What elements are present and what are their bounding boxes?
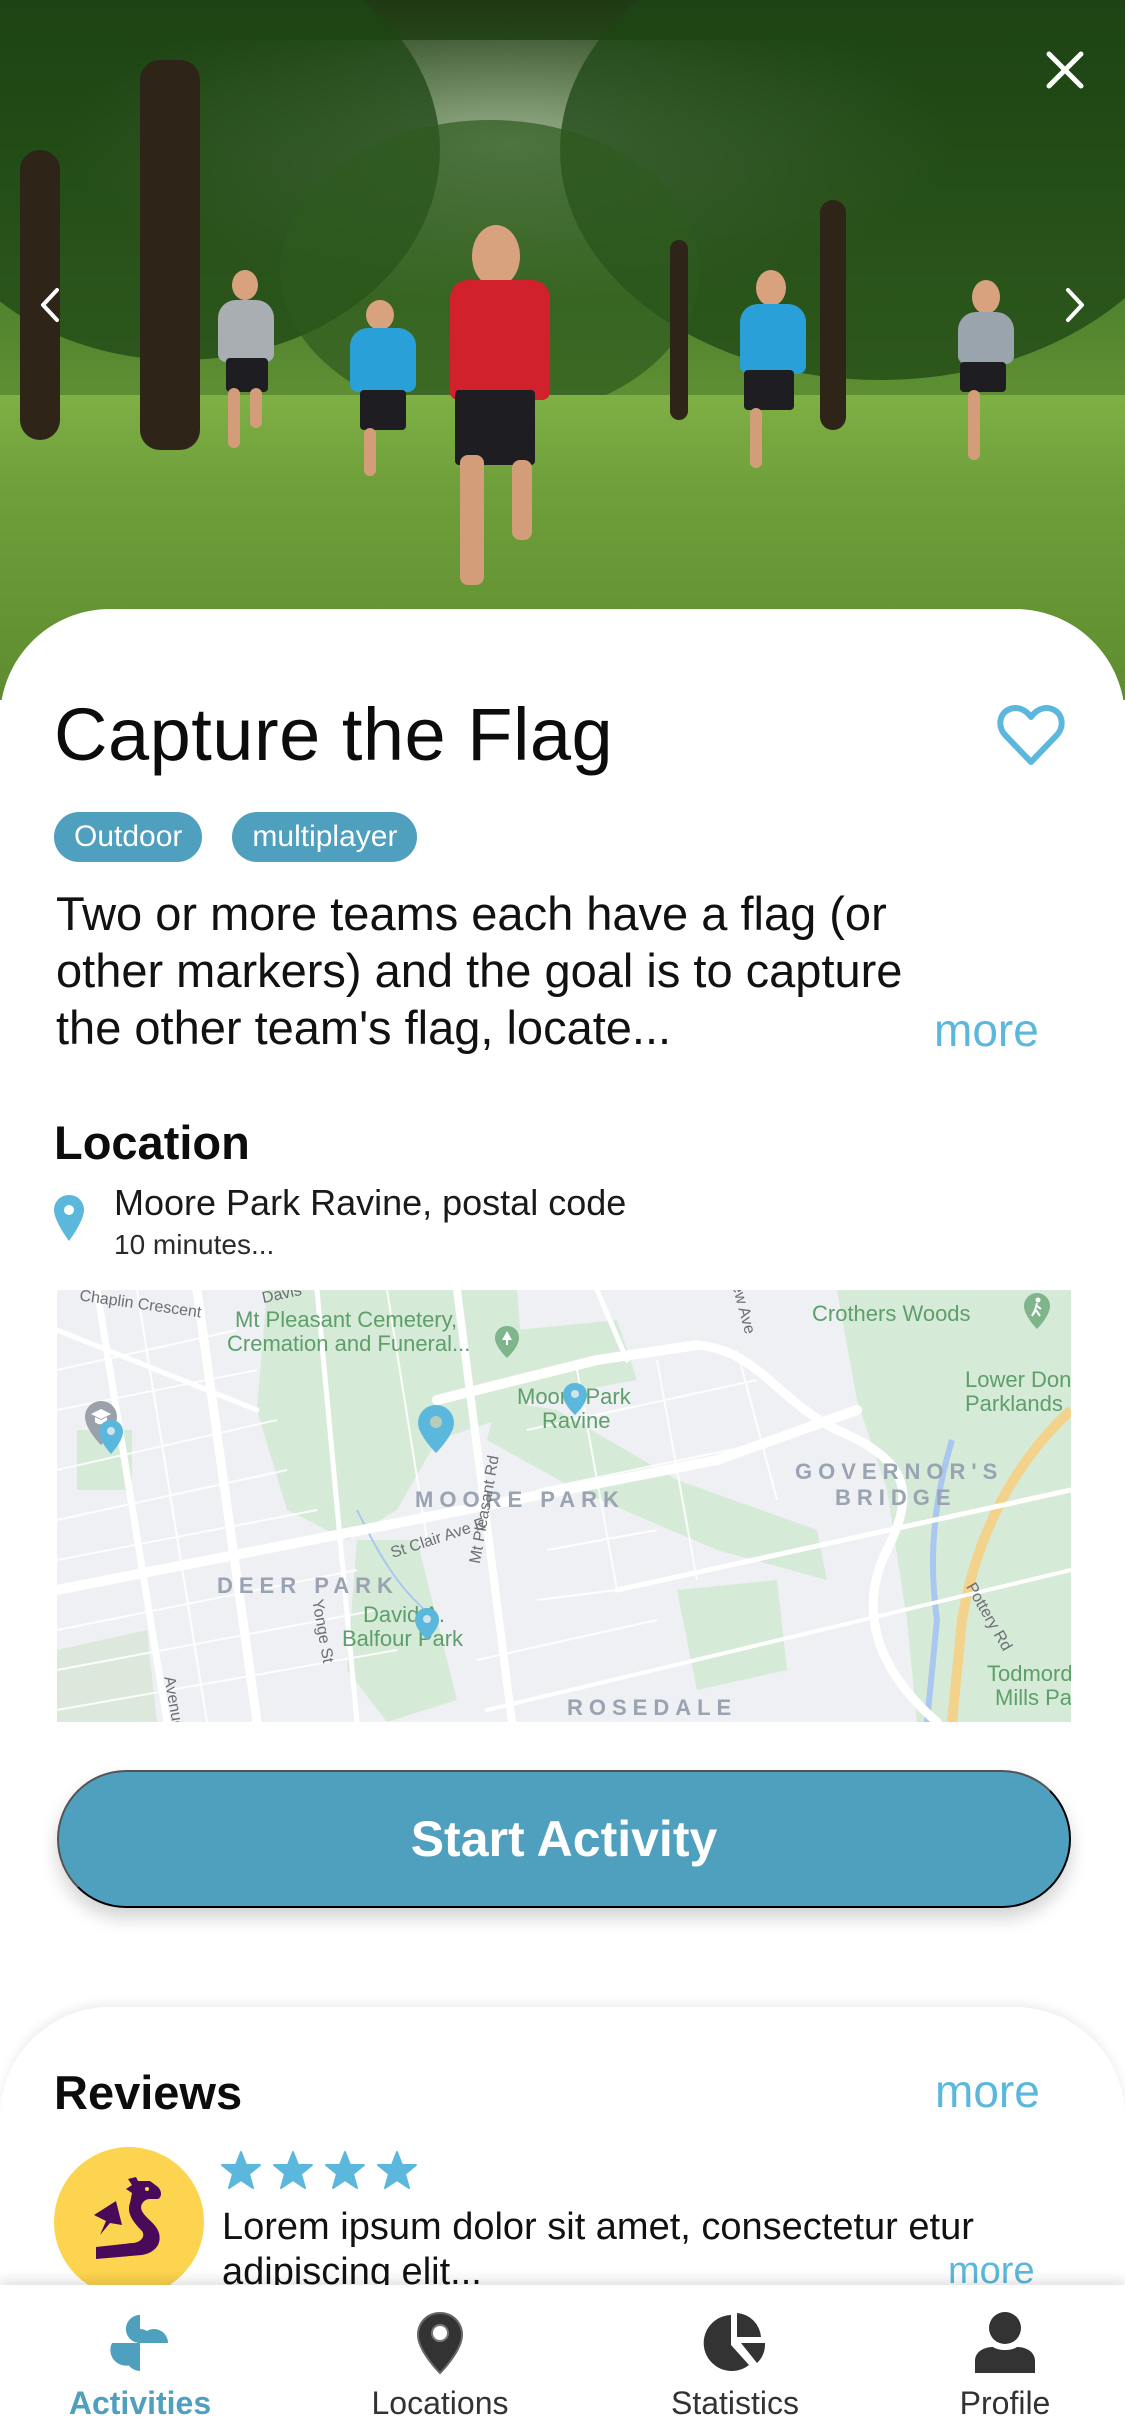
nav-label: Profile [959,2385,1051,2421]
pinwheel-icon [105,2311,175,2375]
map-marker-icon[interactable] [98,1419,124,1455]
tag-list: Outdoor multiplayer [54,812,418,862]
map-label: ROSEDALE [567,1695,738,1720]
star-icon [221,2151,261,2189]
reviewer-avatar[interactable] [54,2147,204,2297]
chevron-left-icon [41,288,59,322]
review-text-line: Lorem ipsum dolor sit amet, consectetur … [222,2206,974,2248]
selected-map-marker-icon[interactable] [417,1404,455,1454]
map-pin-icon [405,2311,475,2375]
location-heading: Location [54,1116,250,1169]
nav-label: Locations [371,2385,509,2421]
start-activity-button[interactable]: Start Activity [57,1770,1071,1908]
hiking-poi-icon[interactable] [1023,1292,1051,1330]
map-label: Mills Park [995,1685,1071,1710]
map-label: Lower Don [965,1367,1071,1392]
map-label: Cremation and Funeral... [227,1331,471,1356]
activity-description: Two or more teams each have a flag (or o… [56,885,1066,1056]
chevron-right-icon [1066,288,1084,322]
map-marker-icon[interactable] [414,1607,440,1641]
tag-outdoor[interactable]: Outdoor [54,812,203,862]
bottom-navigation: Activities Locations Statistics Profile [0,2285,1125,2436]
star-icon [325,2151,365,2189]
nav-label: Statistics [670,2385,800,2421]
star-icon [273,2151,313,2189]
close-icon [1046,51,1084,89]
close-button[interactable] [1035,40,1095,100]
tag-multiplayer[interactable]: multiplayer [232,812,418,862]
nav-tab-statistics[interactable]: Statistics [655,2285,815,2436]
tree-trunk [670,240,688,420]
reviews-heading: Reviews [54,2066,243,2119]
description-line: other markers) and the goal is to captur… [56,944,903,997]
previous-image-button[interactable] [25,275,75,335]
hero-image [0,0,1125,700]
map-label: Mt Pleasant Cemetery, [235,1307,458,1332]
map-park [677,1580,787,1690]
description-more-link[interactable]: more [934,1003,1039,1057]
map-label: GOVERNOR'S [795,1459,1004,1484]
nav-tab-activities[interactable]: Activities [60,2285,220,2436]
map-label: BRIDGE [835,1485,957,1510]
nav-tab-locations[interactable]: Locations [360,2285,520,2436]
favorite-button[interactable] [996,702,1066,768]
location-pin-icon [54,1195,84,1241]
reviews-more-link[interactable]: more [935,2064,1040,2118]
location-address: Moore Park Ravine, postal code [114,1182,627,1223]
map-label: Todmorden [987,1661,1071,1686]
location-map[interactable]: Chaplin Crescent Davis Mt Pleasant Cemet… [57,1290,1071,1722]
review-text: Lorem ipsum dolor sit amet, consectetur … [222,2205,974,2295]
park-poi-icon[interactable] [494,1325,520,1359]
map-label: Balfour Park [342,1626,464,1651]
map-label: Crothers Woods [812,1301,971,1326]
description-line: the other team's flag, locate... [56,1001,672,1054]
map-label: MOORE PARK [415,1487,625,1512]
star-icon [377,2151,417,2189]
activity-title: Capture the Flag [54,693,614,776]
location-distance: 10 minutes... [114,1229,275,1260]
tree-trunk [820,200,846,430]
nav-tab-profile[interactable]: Profile [925,2285,1085,2436]
tree-trunk [140,60,200,450]
pie-chart-icon [700,2311,770,2375]
nav-label: Activities [68,2385,212,2421]
review-rating [220,2150,418,2190]
person-icon [970,2311,1040,2375]
map-label: Parklands [965,1391,1063,1416]
map-label: DEER PARK [217,1573,399,1598]
dragon-icon [94,2177,161,2259]
map-marker-icon[interactable] [562,1382,588,1416]
heart-outline-icon [997,705,1065,765]
next-image-button[interactable] [1050,275,1100,335]
description-line: Two or more teams each have a flag (or [56,887,887,940]
